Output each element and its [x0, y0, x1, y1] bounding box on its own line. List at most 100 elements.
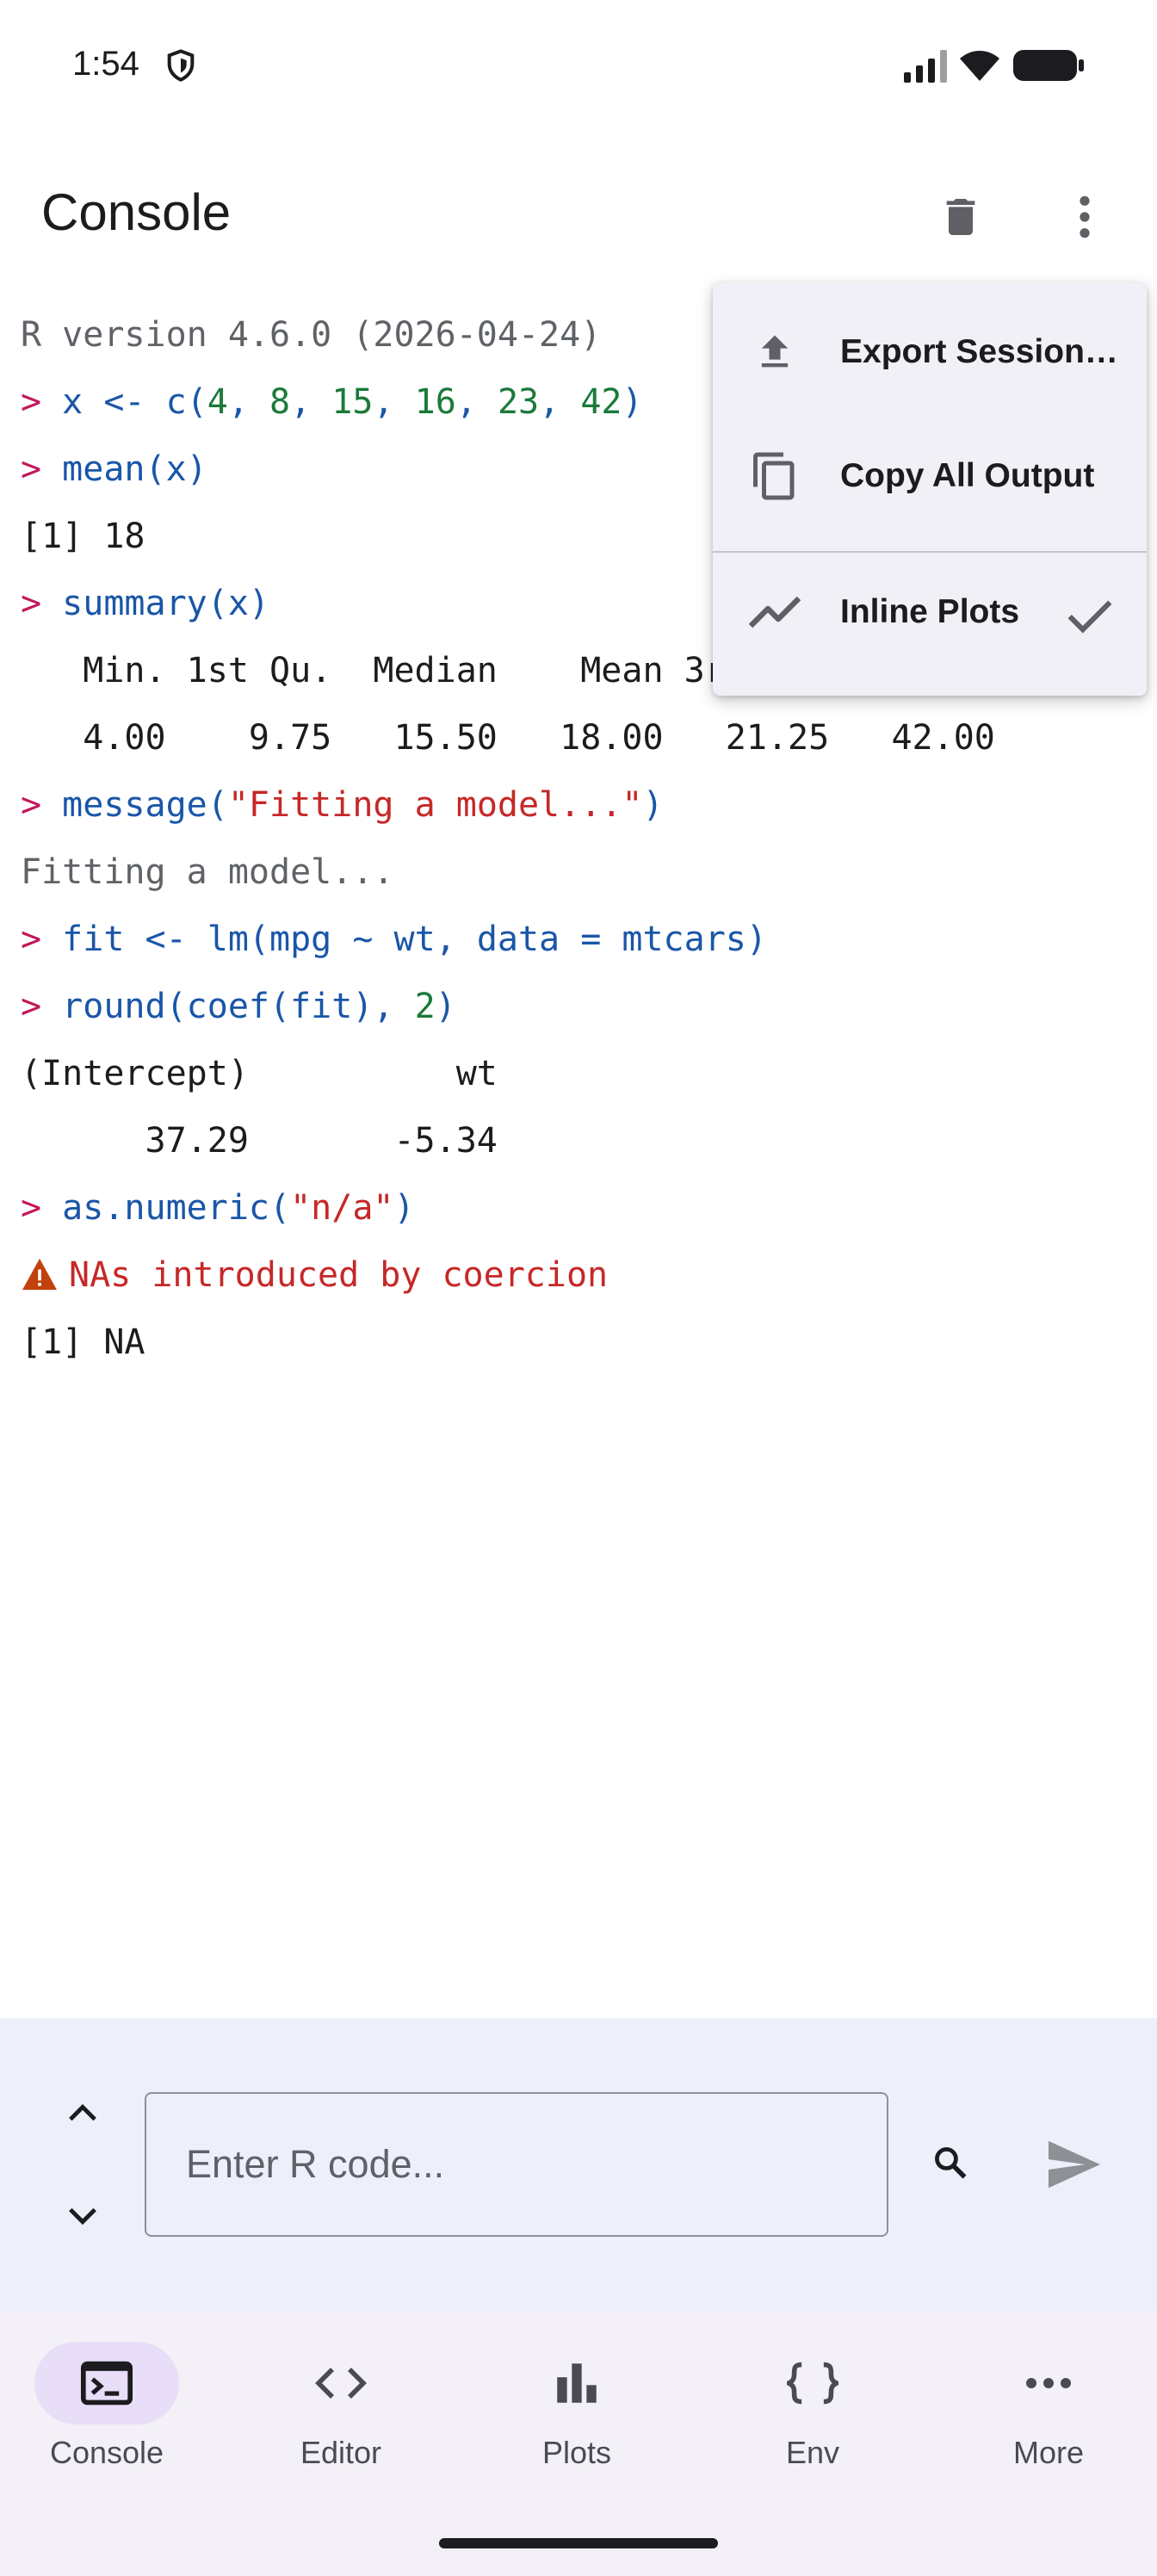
code-number: 16 — [414, 382, 456, 422]
line-chart-icon — [744, 581, 806, 643]
warning-text: NAs introduced by coercion — [69, 1255, 609, 1295]
home-indicator[interactable] — [439, 2538, 718, 2548]
overflow-menu: Export Session… Copy All Output Inline P… — [713, 282, 1147, 696]
status-time: 1:54 — [72, 45, 139, 83]
status-bar: 1:54 — [0, 0, 1157, 138]
send-button[interactable] — [1038, 2128, 1111, 2201]
code-number: 15 — [331, 382, 374, 422]
clear-console-button[interactable] — [930, 186, 992, 248]
code-token: round(coef(fit), — [62, 987, 415, 1026]
nav-item-editor[interactable]: Editor — [246, 2342, 436, 2514]
code-token: as.numeric( — [62, 1188, 291, 1228]
r-code-input[interactable] — [145, 2092, 888, 2237]
search-icon — [935, 2147, 967, 2179]
send-icon — [1049, 2140, 1100, 2189]
code-token: ) — [435, 987, 456, 1026]
code-number: 42 — [580, 382, 622, 422]
code-number: 23 — [497, 382, 540, 422]
prompt-symbol: > — [21, 449, 63, 489]
signal-icon — [904, 50, 947, 83]
code-token: , — [539, 382, 581, 422]
menu-divider — [713, 551, 1147, 553]
command-code: fit <- lm(mpg ~ wt, data = mtcars) — [62, 920, 767, 959]
chevron-up-icon — [69, 2103, 96, 2121]
menu-item-export-session[interactable]: Export Session… — [713, 296, 1147, 408]
command-code: round(coef(fit), 2) — [62, 987, 456, 1026]
prompt-symbol: > — [21, 1188, 63, 1228]
bottom-navigation: Console Editor Plots Env More — [0, 2311, 1157, 2576]
command-code: summary(x) — [62, 584, 269, 623]
nav-item-plots[interactable]: Plots — [482, 2342, 671, 2514]
copy-icon — [744, 445, 806, 507]
console-line-command: > message("Fitting a model...") — [21, 771, 1140, 839]
command-code: x <- c(4, 8, 15, 16, 23, 42) — [62, 382, 642, 422]
history-down-button[interactable] — [52, 2185, 114, 2247]
code-token: summary(x) — [62, 584, 269, 623]
code-token: mean(x) — [62, 449, 207, 489]
code-token: , — [290, 382, 332, 422]
nav-label: More — [1012, 2435, 1085, 2470]
wifi-icon — [960, 51, 999, 81]
upload-icon — [744, 321, 806, 383]
search-button[interactable] — [919, 2132, 981, 2194]
code-string: "n/a" — [290, 1188, 394, 1228]
check-icon — [1064, 591, 1116, 642]
history-up-button[interactable] — [52, 2082, 114, 2144]
menu-item-label: Inline Plots — [840, 593, 1020, 630]
nav-item-env[interactable]: Env — [718, 2342, 907, 2514]
delete-icon — [946, 199, 975, 235]
code-number: 8 — [269, 382, 291, 422]
top-app-bar: Console — [0, 155, 1157, 284]
code-number: 4 — [207, 382, 228, 422]
code-token: ) — [393, 1188, 415, 1228]
braces-icon — [787, 2362, 838, 2405]
console-line-output: (Intercept) wt — [21, 1054, 518, 1093]
prompt-symbol: > — [21, 920, 63, 959]
more-vert-icon — [1080, 195, 1090, 238]
console-line-message: Fitting a model... — [21, 852, 394, 892]
code-icon — [315, 2368, 367, 2399]
code-token: , — [373, 382, 415, 422]
code-token: fit <- lm(mpg ~ wt, data = mtcars) — [62, 920, 767, 959]
code-token: x <- c( — [62, 382, 207, 422]
console-line-command: > fit <- lm(mpg ~ wt, data = mtcars) — [21, 906, 1140, 973]
chevron-down-icon — [69, 2208, 96, 2226]
input-area — [0, 2018, 1157, 2311]
prompt-symbol: > — [21, 987, 63, 1026]
active-indicator — [34, 2342, 179, 2424]
battery-icon — [1013, 50, 1084, 81]
console-line-warning: NAs introduced by coercion — [21, 1242, 1140, 1309]
nav-label: Console — [49, 2435, 164, 2470]
code-token: , — [227, 382, 270, 422]
nav-item-console[interactable]: Console — [12, 2342, 201, 2514]
prompt-symbol: > — [21, 785, 63, 825]
console-line-command: > round(coef(fit), 2) — [21, 973, 1140, 1040]
warning-icon — [22, 1258, 57, 1291]
nav-item-more[interactable]: More — [954, 2342, 1143, 2514]
terminal-icon — [80, 2361, 133, 2406]
console-line-output: 37.29 -5.34 — [21, 1121, 518, 1161]
prompt-symbol: > — [21, 382, 63, 422]
nav-label: Plots — [541, 2435, 612, 2470]
menu-item-label: Export Session… — [840, 333, 1118, 370]
menu-item-copy-all-output[interactable]: Copy All Output — [713, 420, 1147, 532]
shield-icon — [167, 49, 195, 82]
overflow-menu-button[interactable] — [1054, 186, 1116, 248]
console-line-output: [1] NA — [21, 1322, 145, 1362]
menu-item-inline-plots[interactable]: Inline Plots — [713, 556, 1147, 668]
nav-label: Editor — [300, 2435, 382, 2470]
command-code: as.numeric("n/a") — [62, 1188, 414, 1228]
nav-label: Env — [785, 2435, 840, 2470]
code-string: "Fitting a model..." — [227, 785, 643, 825]
code-number: 2 — [414, 987, 436, 1026]
status-icons — [902, 48, 1085, 83]
menu-item-label: Copy All Output — [840, 457, 1095, 494]
code-token: , — [455, 382, 498, 422]
bar-chart-icon — [557, 2363, 597, 2403]
code-token: ) — [622, 382, 643, 422]
console-line-command: > as.numeric("n/a") — [21, 1174, 1140, 1242]
more-horiz-icon — [1026, 2378, 1071, 2388]
code-token: ) — [642, 785, 664, 825]
console-line-output: 4.00 9.75 15.50 18.00 21.25 42.00 — [21, 718, 1016, 758]
page-title: Console — [41, 183, 232, 241]
